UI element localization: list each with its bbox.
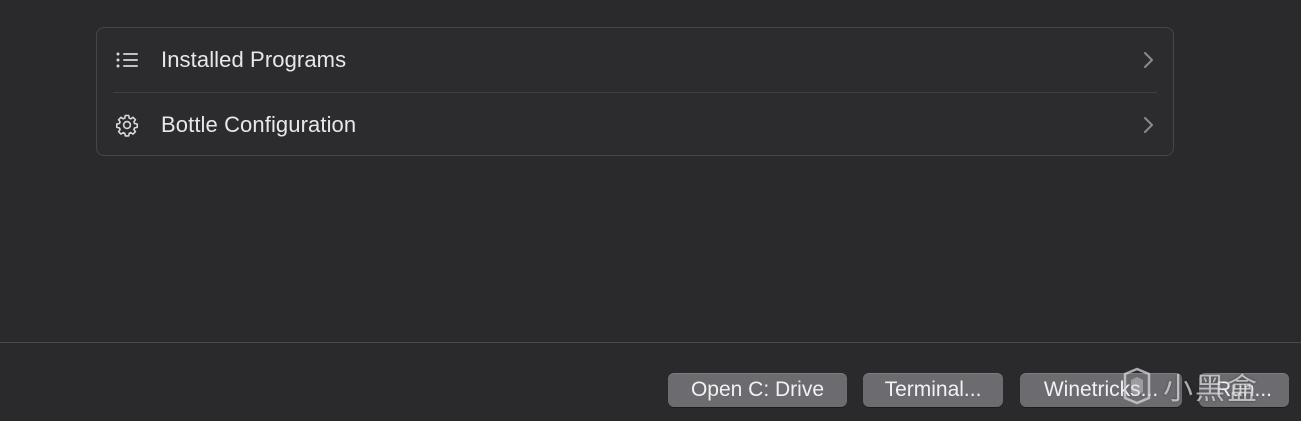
installed-programs-label: Installed Programs (161, 47, 347, 72)
list-icon (115, 48, 139, 72)
footer-toolbar: Open C: Drive Terminal... Winetricks... … (0, 343, 1301, 421)
chevron-right-icon (1141, 50, 1155, 70)
installed-programs-row[interactable]: Installed Programs (97, 28, 1173, 92)
winetricks-button[interactable]: Winetricks... (1020, 373, 1182, 407)
bottle-window: Installed Programs Bottle Configuration (0, 0, 1301, 421)
chevron-right-icon (1141, 115, 1155, 135)
bottle-configuration-label: Bottle Configuration (161, 112, 357, 137)
terminal-button[interactable]: Terminal... (863, 373, 1003, 407)
run-button[interactable]: Run... (1199, 373, 1289, 407)
bottle-settings-group: Installed Programs Bottle Configuration (96, 27, 1174, 156)
bottle-configuration-row[interactable]: Bottle Configuration (97, 93, 1173, 157)
gear-icon (115, 113, 139, 137)
open-c-drive-button[interactable]: Open C: Drive (668, 373, 847, 407)
